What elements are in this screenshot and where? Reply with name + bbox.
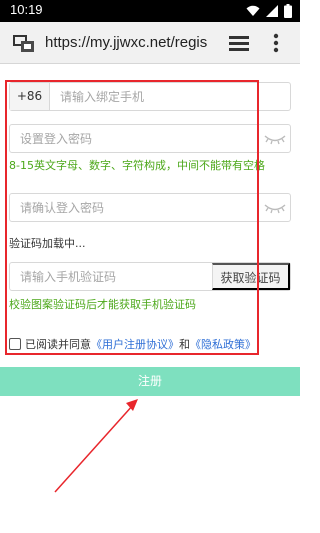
address-bar-url[interactable]: https://my.jjwxc.net/regis: [45, 34, 217, 51]
agree-checkbox[interactable]: [9, 338, 21, 350]
get-sms-code-button[interactable]: 获取验证码: [212, 263, 290, 290]
eye-closed-icon[interactable]: [264, 133, 286, 145]
password-hint: 8-15英文字母、数字、字符构成，中间不能带有空格: [9, 159, 265, 172]
status-icons: [246, 4, 292, 18]
sms-code-input[interactable]: [20, 263, 210, 290]
agreement-row: 已阅读并同意 《用户注册协议》 和 《隐私政策》: [9, 336, 256, 352]
password-input[interactable]: [20, 125, 260, 152]
agree-prefix: 已阅读并同意: [25, 338, 91, 351]
password-field: [9, 124, 291, 153]
status-bar: 10:19: [0, 0, 300, 22]
privacy-policy-link[interactable]: 《隐私政策》: [190, 336, 256, 352]
status-time: 10:19: [10, 2, 43, 17]
confirm-password-field: [9, 193, 291, 222]
browser-url-bar: https://my.jjwxc.net/regis: [0, 22, 300, 64]
tabs-icon[interactable]: [229, 34, 249, 52]
register-button[interactable]: 注册: [0, 367, 300, 396]
eye-closed-icon[interactable]: [264, 202, 286, 214]
signal-icon: [266, 5, 278, 17]
phone-input[interactable]: [60, 83, 285, 110]
sms-code-field: 获取验证码: [9, 262, 291, 291]
wifi-icon: [246, 5, 260, 16]
battery-icon: [284, 4, 292, 18]
agree-and: 和: [179, 338, 190, 351]
captcha-loading-text: 验证码加载中...: [9, 237, 86, 250]
phone-field: +86: [9, 82, 291, 111]
site-icon: [13, 35, 34, 52]
user-agreement-link[interactable]: 《用户注册协议》: [91, 336, 179, 352]
sms-hint: 校验图案验证码后才能获取手机验证码: [9, 298, 196, 311]
confirm-password-input[interactable]: [20, 194, 260, 221]
country-code[interactable]: +86: [10, 83, 50, 110]
more-menu-icon[interactable]: [273, 33, 279, 53]
